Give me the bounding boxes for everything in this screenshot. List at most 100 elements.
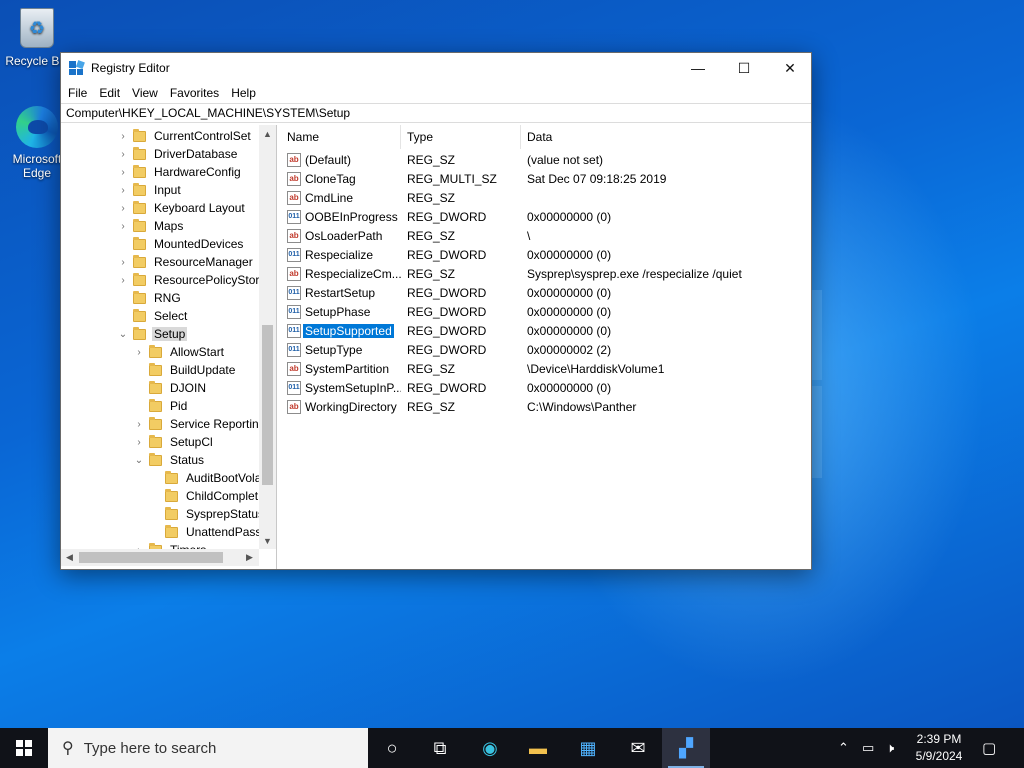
tree-node[interactable]: › HardwareConfig xyxy=(117,163,243,181)
tree-node[interactable]: MountedDevices xyxy=(117,235,245,253)
column-header-data[interactable]: Data xyxy=(521,125,811,149)
list-row[interactable]: ab WorkingDirectory REG_SZ C:\Windows\Panth… xyxy=(281,398,811,417)
scroll-left-icon[interactable]: ◀ xyxy=(61,549,78,566)
store-icon[interactable]: ▦ xyxy=(564,728,612,768)
maximize-button[interactable]: ☐ xyxy=(721,53,767,83)
tree-expander-icon[interactable]: › xyxy=(133,415,145,433)
menu-favorites[interactable]: Favorites xyxy=(164,86,225,100)
tree-vertical-scrollbar[interactable]: ▲ ▼ xyxy=(259,125,276,549)
tree-expander-icon[interactable]: › xyxy=(117,127,129,145)
taskbar-clock[interactable]: 2:39 PM 5/9/2024 xyxy=(908,731,970,765)
tree-expander-icon[interactable]: ⌄ xyxy=(117,325,129,343)
mail-icon[interactable]: ✉ xyxy=(614,728,662,768)
tree-node[interactable]: Select xyxy=(117,307,189,325)
tree-node-label: ResourceManager xyxy=(154,255,253,269)
minimize-button[interactable]: — xyxy=(675,53,721,83)
close-button[interactable]: ✕ xyxy=(767,53,813,83)
tree-node[interactable]: › CurrentControlSet xyxy=(117,127,253,145)
menu-file[interactable]: File xyxy=(62,86,93,100)
tree-expander-icon[interactable]: › xyxy=(117,271,129,289)
cortana-icon[interactable]: ○ xyxy=(368,728,416,768)
tree-node[interactable]: › Keyboard Layout xyxy=(117,199,247,217)
value-name: OOBEInProgress xyxy=(305,210,398,224)
value-name: RespecializeCm... xyxy=(305,267,401,281)
tree-node[interactable]: › AllowStart xyxy=(133,343,226,361)
tree-expander-icon[interactable]: › xyxy=(117,181,129,199)
value-type: REG_DWORD xyxy=(407,343,487,357)
list-row[interactable]: ab OsLoaderPath REG_SZ \ xyxy=(281,227,811,246)
scroll-thumb[interactable] xyxy=(262,325,273,485)
task-view-icon[interactable]: ⧉ xyxy=(416,728,464,768)
tree-expander-icon[interactable]: › xyxy=(117,217,129,235)
tree-horizontal-scrollbar[interactable]: ◀ ▶ xyxy=(61,549,259,566)
tree-node[interactable]: SysprepStatus xyxy=(149,505,266,523)
edge-taskbar-icon[interactable]: ◉ xyxy=(466,728,514,768)
binary-value-icon: 011 xyxy=(287,381,301,395)
menu-help[interactable]: Help xyxy=(225,86,262,100)
list-row[interactable]: ab SystemPartition REG_SZ \Device\HarddiskV… xyxy=(281,360,811,379)
file-explorer-icon[interactable]: ▬ xyxy=(514,728,562,768)
list-row[interactable]: 011 RestartSetup REG_DWORD 0x00000000 (0) xyxy=(281,284,811,303)
tree-node[interactable]: › Service Reporting xyxy=(133,415,267,433)
list-row[interactable]: ab RespecializeCm... REG_SZ Sysprep\sysprep… xyxy=(281,265,811,284)
tree-node-label: Setup xyxy=(152,327,188,341)
column-header-type[interactable]: Type xyxy=(401,125,521,149)
list-row[interactable]: 011 SetupType REG_DWORD 0x00000002 (2) xyxy=(281,341,811,360)
tree-node[interactable]: › ResourcePolicyStore xyxy=(117,271,268,289)
tree-node-label: HardwareConfig xyxy=(154,165,241,179)
scroll-down-icon[interactable]: ▼ xyxy=(259,532,276,549)
show-hidden-icons-icon[interactable]: ⌃ xyxy=(838,728,849,768)
tree-node[interactable]: Pid xyxy=(133,397,189,415)
tree-expander-icon[interactable]: › xyxy=(133,433,145,451)
menu-view[interactable]: View xyxy=(126,86,164,100)
tree-node[interactable]: › DriverDatabase xyxy=(117,145,239,163)
column-header-name[interactable]: Name xyxy=(281,125,401,149)
tree-node[interactable]: UnattendPasse xyxy=(149,523,270,541)
list-row[interactable]: ab CmdLine REG_SZ xyxy=(281,189,811,208)
tree-node[interactable]: › Maps xyxy=(117,217,185,235)
tree-node-label: Select xyxy=(154,309,188,323)
scroll-up-icon[interactable]: ▲ xyxy=(259,125,276,142)
tree-expander-icon[interactable]: › xyxy=(117,199,129,217)
volume-muted-icon[interactable]: 🕨 xyxy=(886,728,894,768)
tree-node[interactable]: ⌄ Setup xyxy=(117,325,188,343)
list-row[interactable]: 011 SystemSetupInP... REG_DWORD 0x00000000 … xyxy=(281,379,811,398)
address-bar[interactable]: Computer\HKEY_LOCAL_MACHINE\SYSTEM\Setup xyxy=(61,103,811,123)
tree-node[interactable]: › Input xyxy=(117,181,183,199)
string-value-icon: ab xyxy=(287,172,301,186)
tree-expander-icon[interactable]: › xyxy=(133,343,145,361)
network-icon[interactable]: ▭ xyxy=(862,728,874,768)
tree-node[interactable]: AuditBootVola xyxy=(149,469,263,487)
list-row[interactable]: 011 SetupPhase REG_DWORD 0x00000000 (0) xyxy=(281,303,811,322)
tree-node[interactable]: ⌄ Status xyxy=(133,451,206,469)
tree-expander-icon[interactable]: › xyxy=(117,163,129,181)
tree-node-label: CurrentControlSet xyxy=(154,129,251,143)
start-button[interactable] xyxy=(0,728,48,768)
scroll-thumb[interactable] xyxy=(79,552,223,563)
tree-node[interactable]: › SetupCl xyxy=(133,433,215,451)
list-row[interactable]: ab (Default) REG_SZ (value not set) xyxy=(281,151,811,170)
list-row[interactable]: ab CloneTag REG_MULTI_SZ Sat Dec 07 09:18:2… xyxy=(281,170,811,189)
taskbar-search-box[interactable]: ⚲ Type here to search xyxy=(48,728,368,768)
value-data: Sysprep\sysprep.exe /respecialize /quiet xyxy=(527,267,742,281)
tree-node[interactable]: RNG xyxy=(117,289,183,307)
scroll-right-icon[interactable]: ▶ xyxy=(241,549,258,566)
value-type: REG_DWORD xyxy=(407,210,487,224)
menu-edit[interactable]: Edit xyxy=(93,86,126,100)
tree-node-label: BuildUpdate xyxy=(170,363,236,377)
tree-node[interactable]: › ResourceManager xyxy=(117,253,255,271)
title-bar[interactable]: Registry Editor — ☐ ✕ xyxy=(61,53,811,83)
list-row[interactable]: 011 SetupSupported REG_DWORD 0x00000000 (0) xyxy=(281,322,811,341)
tree-expander-icon[interactable]: › xyxy=(117,253,129,271)
list-row[interactable]: 011 Respecialize REG_DWORD 0x00000000 (0) xyxy=(281,246,811,265)
list-row[interactable]: 011 OOBEInProgress REG_DWORD 0x00000000 (0) xyxy=(281,208,811,227)
notifications-icon[interactable]: ▢ xyxy=(982,728,996,768)
registry-editor-taskbar-icon[interactable]: ▞ xyxy=(662,728,710,768)
tree-node[interactable]: ChildComplet xyxy=(149,487,260,505)
tree-node[interactable]: BuildUpdate xyxy=(133,361,237,379)
tree-expander-icon[interactable]: ⌄ xyxy=(133,451,145,469)
tree-node[interactable]: DJOIN xyxy=(133,379,208,397)
tree-expander-icon[interactable]: › xyxy=(117,145,129,163)
